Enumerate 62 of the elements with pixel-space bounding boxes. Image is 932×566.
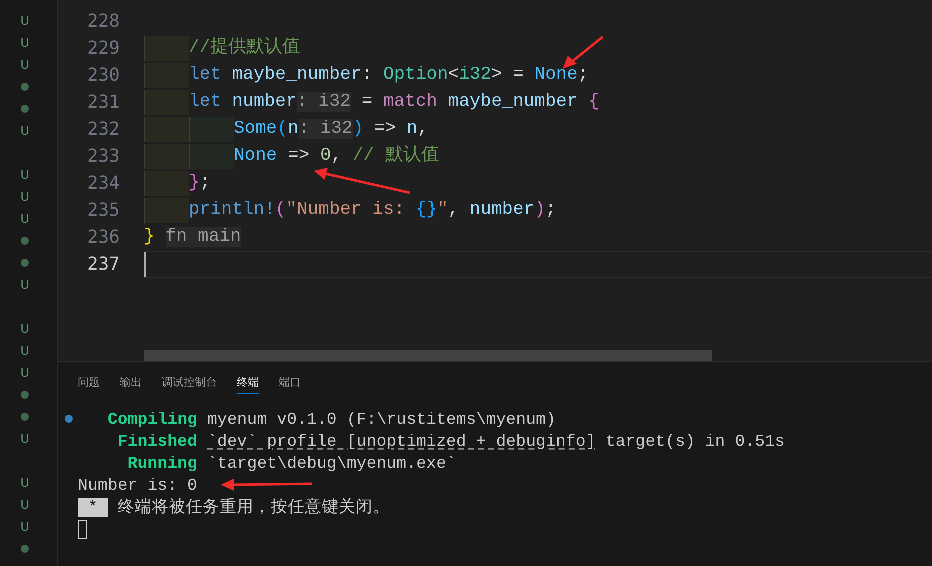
code-line: let number: i32 = match maybe_number { <box>189 91 600 114</box>
modified-dot-icon <box>21 391 29 399</box>
code-line: None => 0, // 默认值 <box>234 144 440 168</box>
panel-tab[interactable]: 输出 <box>120 370 142 394</box>
code-line: //提供默认值 <box>189 36 301 60</box>
untracked-status-label: U <box>20 344 30 358</box>
line-number: 237 <box>86 253 120 277</box>
line-number: 235 <box>86 199 120 223</box>
terminal-cursor <box>78 520 87 538</box>
untracked-status-label: U <box>20 168 30 182</box>
modified-dot-icon <box>21 105 29 113</box>
untracked-status-label: U <box>20 190 30 204</box>
modified-dot-icon <box>21 237 29 245</box>
indent-guide <box>189 144 234 169</box>
modified-dot-icon <box>21 545 29 553</box>
terminal-line: Running `target\debug\myenum.exe` <box>126 454 456 472</box>
untracked-status-label: U <box>20 476 30 490</box>
line-number: 236 <box>86 226 120 250</box>
code-line: println!("Number is: {}", number); <box>189 199 556 222</box>
line-number: 229 <box>86 37 120 61</box>
terminal-line: Compiling myenum v0.1.0 (F:\rustitems\myenum) <box>106 410 556 428</box>
untracked-status-label: U <box>20 124 30 138</box>
panel-tab[interactable]: 终端 <box>237 370 259 394</box>
indent-guide <box>144 171 189 196</box>
untracked-status-label: U <box>20 278 30 292</box>
untracked-status-label: U <box>20 58 30 72</box>
modified-dot-icon <box>21 259 29 267</box>
line-number: 230 <box>86 64 120 88</box>
horizontal-scrollbar[interactable] <box>144 350 712 361</box>
untracked-status-label: U <box>20 36 30 50</box>
indent-guide <box>144 117 189 142</box>
annotation-arrow <box>563 36 604 69</box>
untracked-status-label: U <box>20 322 30 336</box>
indent-guide <box>144 36 189 61</box>
untracked-status-label: U <box>20 212 30 226</box>
line-number: 232 <box>86 118 120 142</box>
indent-guide <box>189 117 234 142</box>
code-line: } fn main <box>144 226 242 249</box>
line-number: 234 <box>86 172 120 196</box>
terminal-line: * 终端将被任务重用，按任意键关闭。 <box>78 496 390 518</box>
indent-guide <box>144 198 189 223</box>
indent-guide <box>144 144 189 169</box>
code-line: let maybe_number: Option<i32> = None; <box>189 64 589 87</box>
line-number: 233 <box>86 145 120 169</box>
untracked-status-label: U <box>20 520 30 534</box>
code-line: }; <box>189 172 211 195</box>
panel-tab[interactable]: 端口 <box>279 370 301 394</box>
terminal-line: Number is: 0 <box>78 476 198 494</box>
untracked-status-label: U <box>20 14 30 28</box>
code-line: Some(n: i32) => n, <box>234 118 429 141</box>
modified-dot-icon <box>21 413 29 421</box>
panel-tab[interactable]: 问题 <box>78 370 100 394</box>
untracked-status-label: U <box>20 498 30 512</box>
terminal-line: Finished `dev` profile [unoptimized + debuginfo] target(s) in 0.51s <box>116 432 785 450</box>
indent-guide <box>144 90 189 115</box>
untracked-status-label: U <box>20 366 30 380</box>
line-number: 231 <box>86 91 120 115</box>
modified-dot-icon <box>21 83 29 91</box>
indent-guide <box>144 63 189 88</box>
line-number: 228 <box>86 10 120 34</box>
panel-tab[interactable]: 调试控制台 <box>162 370 217 394</box>
untracked-status-label: U <box>20 432 30 446</box>
